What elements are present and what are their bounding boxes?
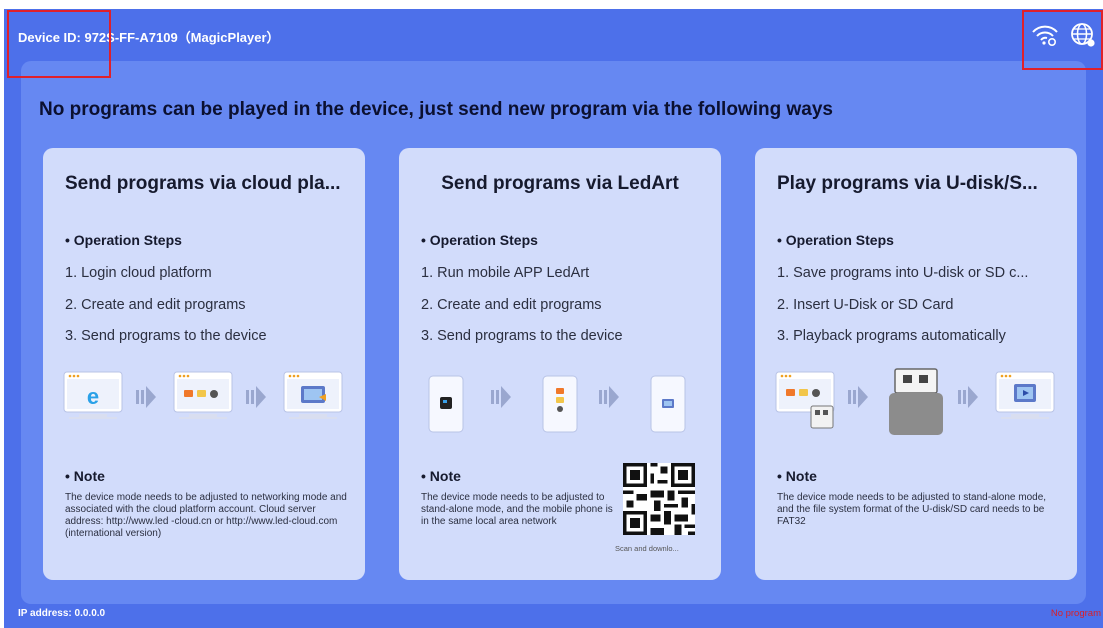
qr-code-icon[interactable] <box>623 463 695 535</box>
operation-steps-heading: • Operation Steps <box>421 232 538 248</box>
arrow-right-icon <box>246 386 266 408</box>
step-2: 2. Insert U-Disk or SD Card <box>777 297 954 313</box>
card-title: Send programs via cloud pla... <box>65 173 341 194</box>
main-panel: No programs can be played in the device,… <box>21 61 1086 604</box>
monitor-edit-icon <box>173 371 233 419</box>
arrow-right-icon <box>599 386 619 408</box>
arrow-right-icon <box>848 386 868 408</box>
udisk-steps-illustration <box>775 368 1055 435</box>
note-text: The device mode needs to be adjusted to … <box>777 492 1047 527</box>
monitor-send-icon <box>283 371 343 419</box>
monitor-browser-icon: e <box>63 371 123 419</box>
phone-send-icon <box>650 375 686 433</box>
phone-app-icon <box>428 375 464 433</box>
step-1: 1. Save programs into U-disk or SD c... <box>777 265 1029 281</box>
step-3: 3. Send programs to the device <box>421 328 623 344</box>
annotation-box-device-id <box>7 10 111 78</box>
page-headline: No programs can be played in the device,… <box>39 99 833 120</box>
svg-text:e: e <box>87 384 99 409</box>
usb-drive-icon <box>889 368 943 435</box>
step-3: 3. Playback programs automatically <box>777 328 1006 344</box>
annotation-box-status-icons <box>1022 10 1103 70</box>
step-1: 1. Login cloud platform <box>65 265 212 281</box>
ip-address-label: IP address: 0.0.0.0 <box>18 608 106 619</box>
step-2: 2. Create and edit programs <box>65 297 246 313</box>
note-text: The device mode needs to be adjusted to … <box>421 492 613 527</box>
qr-caption: Scan and downlo... <box>615 544 679 553</box>
step-1: 1. Run mobile APP LedArt <box>421 265 590 281</box>
cloud-steps-illustration: e <box>63 371 343 419</box>
operation-steps-heading: • Operation Steps <box>65 232 182 248</box>
status-label: No program <box>1050 608 1101 619</box>
card-udisk: Play programs via U-disk/S... • Operatio… <box>755 148 1077 580</box>
note-heading: • Note <box>777 468 817 484</box>
monitor-save-icon <box>775 371 835 429</box>
arrow-right-icon <box>136 386 156 408</box>
operation-steps-heading: • Operation Steps <box>777 232 894 248</box>
note-heading: • Note <box>65 468 105 484</box>
screen: Device ID: 972S-FF-A7109（MagicPlayer） No… <box>4 9 1103 628</box>
card-title: Play programs via U-disk/S... <box>777 173 1038 194</box>
card-cloud-platform: Send programs via cloud pla... • Operati… <box>43 148 365 580</box>
arrow-right-icon <box>491 386 511 408</box>
note-heading: • Note <box>421 468 461 484</box>
ledart-steps-illustration <box>428 375 686 433</box>
arrow-right-icon <box>958 386 978 408</box>
step-3: 3. Send programs to the device <box>65 328 267 344</box>
note-text: The device mode needs to be adjusted to … <box>65 492 347 539</box>
card-ledart: Send programs via LedArt • Operation Ste… <box>399 148 721 580</box>
card-title: Send programs via LedArt <box>441 173 679 194</box>
monitor-playback-icon <box>995 371 1055 419</box>
step-2: 2. Create and edit programs <box>421 297 602 313</box>
phone-edit-icon <box>542 375 578 433</box>
